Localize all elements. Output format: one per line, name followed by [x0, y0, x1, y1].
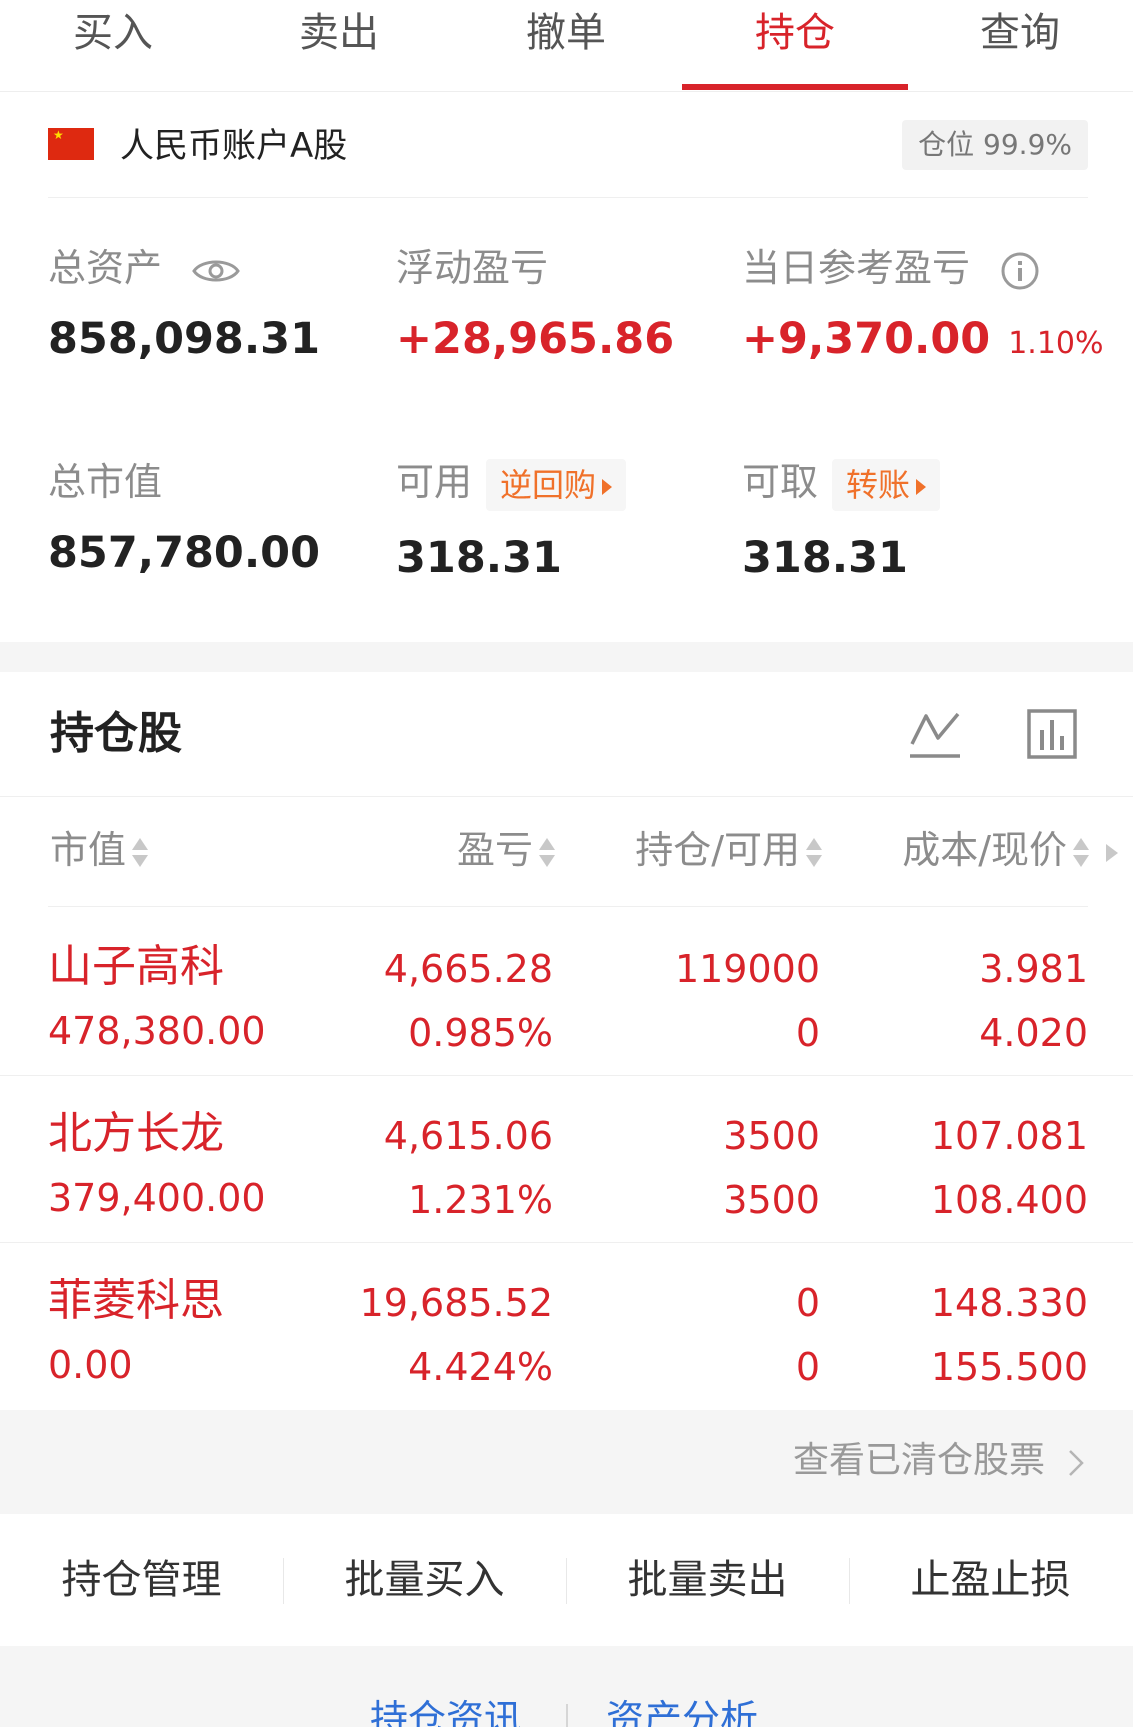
bar-chart-icon[interactable]	[1026, 708, 1078, 760]
stock-cost: 3.981	[979, 947, 1088, 991]
line-chart-icon[interactable]	[908, 708, 962, 760]
batch-buy-button[interactable]: 批量买入	[283, 1514, 566, 1646]
tab-buy[interactable]: 买入	[0, 6, 226, 60]
sort-icon	[130, 836, 149, 870]
sort-icon	[537, 836, 555, 870]
stock-price: 108.400	[930, 1178, 1088, 1222]
chevron-right-icon	[1069, 1450, 1084, 1476]
stock-pnl-pct: 1.231%	[408, 1178, 553, 1222]
transfer-button[interactable]: 转账	[832, 458, 941, 511]
triangle-right-icon	[602, 478, 613, 495]
table-row[interactable]: 山子高科 478,380.00 4,665.28 0.985% 119000 0…	[0, 910, 1133, 1076]
stock-position: 0	[795, 1281, 820, 1325]
stock-available: 0	[795, 1011, 820, 1055]
stock-cost: 148.330	[930, 1281, 1088, 1325]
stock-cost: 107.081	[930, 1114, 1088, 1158]
floating-pnl-value: +28,965.86	[396, 314, 675, 364]
daily-pnl-value: +9,370.00	[742, 314, 991, 364]
floating-pnl-label: 浮动盈亏	[396, 246, 549, 290]
triangle-right-icon	[916, 478, 927, 495]
reverse-repo-button[interactable]: 逆回购	[486, 458, 627, 511]
active-tab-indicator	[682, 84, 908, 90]
stock-market-value: 478,380.00	[48, 1009, 266, 1053]
daily-pnl-pct: 1.10%	[1008, 326, 1104, 361]
holdings-title: 持仓股	[50, 708, 182, 759]
stock-available: 3500	[723, 1178, 820, 1222]
stock-pnl-pct: 0.985%	[408, 1011, 553, 1055]
total-assets-value: 858,098.31	[48, 314, 321, 364]
tab-query[interactable]: 查询	[907, 6, 1133, 60]
stock-name: 北方长龙	[48, 1108, 224, 1159]
holdings-column-headers: 市值 盈亏 持仓/可用 成本/现价	[0, 796, 1133, 908]
tab-sell[interactable]: 卖出	[226, 6, 452, 60]
tab-cancel-order[interactable]: 撤单	[453, 6, 679, 60]
top-tab-bar: 买入 卖出 撤单 持仓 查询	[0, 0, 1133, 92]
withdrawable-label: 可取	[742, 460, 819, 504]
divider	[566, 1704, 568, 1727]
stock-position: 3500	[723, 1114, 820, 1158]
stock-market-value: 0.00	[48, 1343, 133, 1387]
sort-icon	[1071, 836, 1089, 870]
available-funds: 可用 逆回购 318.31	[396, 458, 627, 585]
holdings-action-bar: 持仓管理 批量买入 批量卖出 止盈止损	[0, 1514, 1133, 1646]
total-market-value-value: 857,780.00	[48, 528, 321, 578]
more-columns-icon[interactable]	[1106, 844, 1118, 862]
total-assets-label: 总资产	[48, 246, 163, 290]
position-ratio-badge: 仓位 99.9%	[902, 120, 1088, 170]
account-row[interactable]: 人民币账户A股 仓位 99.9%	[48, 118, 1088, 198]
withdrawable-funds: 可取 转账 318.31	[742, 458, 941, 585]
eye-icon[interactable]	[192, 255, 240, 287]
section-divider	[0, 642, 1133, 672]
column-header-position-available[interactable]: 持仓/可用	[635, 825, 822, 875]
stock-pnl-pct: 4.424%	[408, 1345, 553, 1389]
stock-pnl: 4,615.06	[383, 1114, 553, 1158]
stock-market-value: 379,400.00	[48, 1176, 266, 1220]
position-management-button[interactable]: 持仓管理	[0, 1514, 283, 1646]
stock-price: 4.020	[979, 1011, 1088, 1055]
asset-analysis-link[interactable]: 资产分析	[606, 1694, 758, 1727]
table-row[interactable]: 菲菱科思 0.00 19,685.52 4.424% 0 0 148.330 1…	[0, 1244, 1133, 1410]
holdings-news-link[interactable]: 持仓资讯	[370, 1694, 522, 1727]
stock-position: 119000	[674, 947, 820, 991]
stock-price: 155.500	[930, 1345, 1088, 1389]
column-header-cost-price[interactable]: 成本/现价	[902, 825, 1089, 875]
table-row[interactable]: 北方长龙 379,400.00 4,615.06 1.231% 3500 350…	[0, 1077, 1133, 1243]
china-flag-icon	[48, 128, 94, 160]
batch-sell-button[interactable]: 批量卖出	[566, 1514, 849, 1646]
stock-name: 菲菱科思	[48, 1275, 224, 1326]
sort-icon	[804, 836, 822, 870]
daily-pnl-label: 当日参考盈亏	[742, 246, 971, 290]
total-assets: 总资产 858,098.31	[48, 244, 320, 366]
stock-pnl: 19,685.52	[359, 1281, 553, 1325]
divider	[48, 906, 1088, 907]
stock-pnl: 4,665.28	[383, 947, 553, 991]
column-header-market-value[interactable]: 市值	[50, 825, 149, 875]
view-cleared-stocks-link[interactable]: 查看已清仓股票	[0, 1410, 1133, 1514]
stock-available: 0	[795, 1345, 820, 1389]
available-label: 可用	[396, 460, 473, 504]
stop-profit-loss-button[interactable]: 止盈止损	[849, 1514, 1132, 1646]
info-icon[interactable]	[1000, 251, 1040, 291]
view-cleared-stocks-label: 查看已清仓股票	[792, 1440, 1045, 1481]
total-market-value-label: 总市值	[48, 460, 163, 504]
column-header-pnl[interactable]: 盈亏	[457, 825, 555, 875]
daily-pnl: 当日参考盈亏 +9,370.00 1.10%	[742, 244, 1104, 371]
withdrawable-value: 318.31	[742, 532, 908, 583]
tab-holdings[interactable]: 持仓	[682, 6, 908, 60]
stock-name: 山子高科	[48, 941, 224, 992]
floating-pnl: 浮动盈亏 +28,965.86	[396, 244, 674, 366]
bottom-links: 持仓资讯 资产分析	[0, 1646, 1133, 1727]
account-name: 人民币账户A股	[120, 126, 348, 166]
available-value: 318.31	[396, 532, 562, 583]
total-market-value: 总市值 857,780.00	[48, 458, 320, 580]
